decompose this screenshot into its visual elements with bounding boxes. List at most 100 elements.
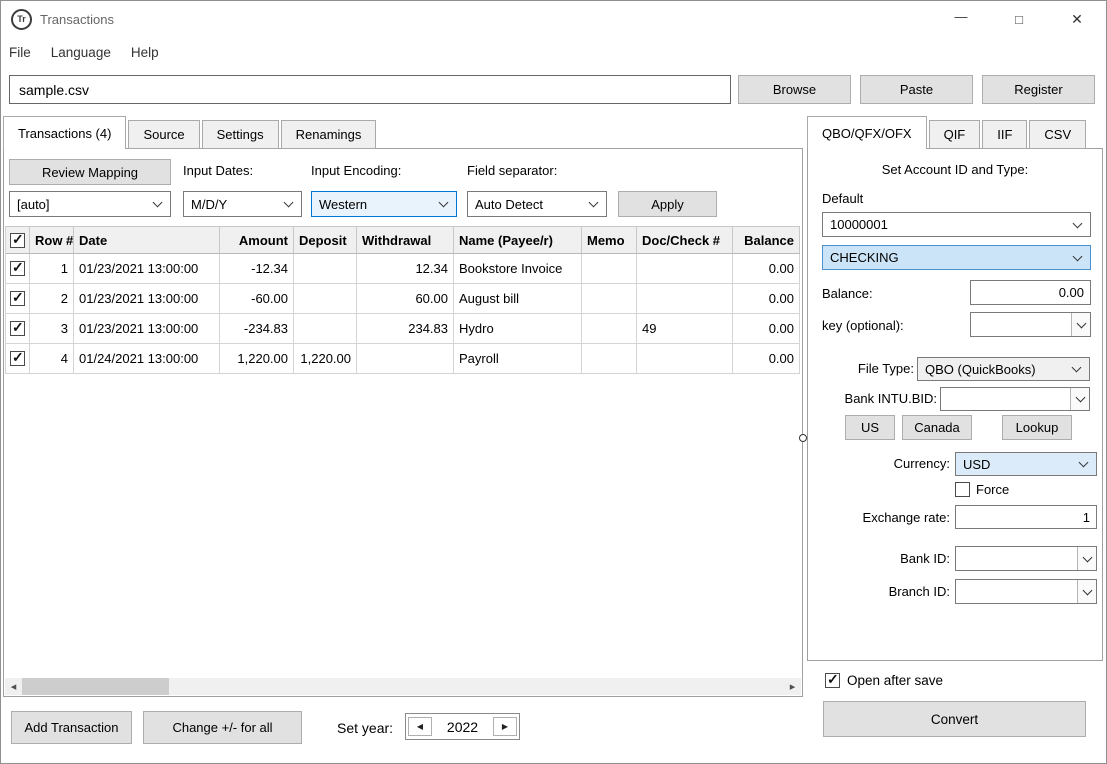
- cell-row-num[interactable]: 2: [30, 284, 74, 314]
- cell-name[interactable]: Bookstore Invoice: [454, 254, 582, 284]
- col-header-memo[interactable]: Memo: [582, 227, 637, 254]
- scrollbar-thumb[interactable]: [22, 678, 169, 695]
- dropdown-button[interactable]: [1077, 580, 1096, 603]
- tab-source[interactable]: Source: [128, 120, 199, 149]
- cell-withdrawal[interactable]: [357, 344, 454, 374]
- account-type-select[interactable]: CHECKING: [822, 245, 1091, 270]
- field-separator-select[interactable]: Auto Detect: [467, 191, 607, 217]
- cell-deposit[interactable]: [294, 314, 357, 344]
- apply-button[interactable]: Apply: [618, 191, 717, 217]
- cell-deposit[interactable]: [294, 254, 357, 284]
- year-decrement-button[interactable]: ◀: [408, 717, 432, 736]
- cell-withdrawal[interactable]: 60.00: [357, 284, 454, 314]
- minimize-button[interactable]: —: [932, 1, 990, 37]
- cell-doc-check[interactable]: [637, 254, 733, 284]
- review-mapping-button[interactable]: Review Mapping: [9, 159, 171, 185]
- tab-iif[interactable]: IIF: [982, 120, 1027, 149]
- cell-name[interactable]: Hydro: [454, 314, 582, 344]
- year-value[interactable]: 2022: [434, 719, 491, 735]
- lookup-button[interactable]: Lookup: [1002, 415, 1072, 440]
- cell-memo[interactable]: [582, 284, 637, 314]
- col-header-amount[interactable]: Amount: [220, 227, 294, 254]
- menu-file[interactable]: File: [9, 45, 31, 60]
- cell-date[interactable]: 01/24/2021 13:00:00: [74, 344, 220, 374]
- tab-qif[interactable]: QIF: [929, 120, 981, 149]
- col-header-row-num[interactable]: Row #: [30, 227, 74, 254]
- cell-row-num[interactable]: 4: [30, 344, 74, 374]
- maximize-button[interactable]: □: [990, 1, 1048, 37]
- cell-deposit[interactable]: [294, 284, 357, 314]
- cell-name[interactable]: Payroll: [454, 344, 582, 374]
- tab-transactions[interactable]: Transactions (4): [3, 116, 126, 149]
- key-select[interactable]: [970, 312, 1091, 337]
- cell-amount[interactable]: 1,220.00: [220, 344, 294, 374]
- cell-balance[interactable]: 0.00: [733, 254, 800, 284]
- cell-name[interactable]: August bill: [454, 284, 582, 314]
- select-all-checkbox[interactable]: [10, 233, 25, 248]
- cell-amount[interactable]: -234.83: [220, 314, 294, 344]
- filename-input[interactable]: [9, 75, 731, 104]
- menu-language[interactable]: Language: [51, 45, 111, 60]
- bank-id-select[interactable]: [955, 546, 1097, 571]
- cell-memo[interactable]: [582, 344, 637, 374]
- tab-qbo-qfx-ofx[interactable]: QBO/QFX/OFX: [807, 116, 927, 149]
- cell-withdrawal[interactable]: 234.83: [357, 314, 454, 344]
- cell-date[interactable]: 01/23/2021 13:00:00: [74, 314, 220, 344]
- exchange-rate-input[interactable]: [955, 505, 1097, 529]
- menu-help[interactable]: Help: [131, 45, 159, 60]
- currency-select[interactable]: USD: [955, 452, 1097, 476]
- close-button[interactable]: ✕: [1048, 1, 1106, 37]
- tab-csv[interactable]: CSV: [1029, 120, 1086, 149]
- col-header-date[interactable]: Date: [74, 227, 220, 254]
- cell-withdrawal[interactable]: 12.34: [357, 254, 454, 284]
- convert-button[interactable]: Convert: [823, 701, 1086, 737]
- add-transaction-button[interactable]: Add Transaction: [11, 711, 132, 744]
- input-dates-select[interactable]: M/D/Y: [183, 191, 302, 217]
- balance-input[interactable]: [970, 280, 1091, 305]
- splitter-grip[interactable]: [799, 434, 807, 442]
- cell-date[interactable]: 01/23/2021 13:00:00: [74, 254, 220, 284]
- cell-memo[interactable]: [582, 314, 637, 344]
- cell-row-num[interactable]: 3: [30, 314, 74, 344]
- col-header-doc-check[interactable]: Doc/Check #: [637, 227, 733, 254]
- change-sign-button[interactable]: Change +/- for all: [143, 711, 302, 744]
- scroll-right-icon[interactable]: ▸: [784, 678, 801, 695]
- year-increment-button[interactable]: ▶: [493, 717, 517, 736]
- account-id-select[interactable]: 10000001: [822, 212, 1091, 237]
- row-checkbox[interactable]: [10, 291, 25, 306]
- cell-balance[interactable]: 0.00: [733, 284, 800, 314]
- browse-button[interactable]: Browse: [738, 75, 851, 104]
- cell-doc-check[interactable]: [637, 344, 733, 374]
- paste-button[interactable]: Paste: [860, 75, 973, 104]
- open-after-save-checkbox[interactable]: [825, 673, 840, 688]
- col-header-balance[interactable]: Balance: [733, 227, 800, 254]
- scroll-left-icon[interactable]: ◂: [5, 678, 22, 695]
- cell-doc-check[interactable]: [637, 284, 733, 314]
- canada-button[interactable]: Canada: [902, 415, 972, 440]
- dropdown-button[interactable]: [1071, 313, 1090, 336]
- cell-deposit[interactable]: 1,220.00: [294, 344, 357, 374]
- horizontal-scrollbar[interactable]: ◂ ▸: [5, 678, 801, 695]
- us-button[interactable]: US: [845, 415, 895, 440]
- cell-amount[interactable]: -60.00: [220, 284, 294, 314]
- branch-id-select[interactable]: [955, 579, 1097, 604]
- col-header-withdrawal[interactable]: Withdrawal: [357, 227, 454, 254]
- mapping-select[interactable]: [auto]: [9, 191, 171, 217]
- cell-row-num[interactable]: 1: [30, 254, 74, 284]
- row-checkbox[interactable]: [10, 261, 25, 276]
- register-button[interactable]: Register: [982, 75, 1095, 104]
- dropdown-button[interactable]: [1077, 547, 1096, 570]
- row-checkbox[interactable]: [10, 321, 25, 336]
- cell-balance[interactable]: 0.00: [733, 314, 800, 344]
- tab-settings[interactable]: Settings: [202, 120, 279, 149]
- intu-bid-select[interactable]: [940, 387, 1090, 411]
- cell-balance[interactable]: 0.00: [733, 344, 800, 374]
- row-checkbox[interactable]: [10, 351, 25, 366]
- cell-doc-check[interactable]: 49: [637, 314, 733, 344]
- cell-memo[interactable]: [582, 254, 637, 284]
- force-checkbox[interactable]: [955, 482, 970, 497]
- input-encoding-select[interactable]: Western: [311, 191, 457, 217]
- cell-amount[interactable]: -12.34: [220, 254, 294, 284]
- col-header-name[interactable]: Name (Payee/r): [454, 227, 582, 254]
- file-type-select[interactable]: QBO (QuickBooks): [917, 357, 1090, 381]
